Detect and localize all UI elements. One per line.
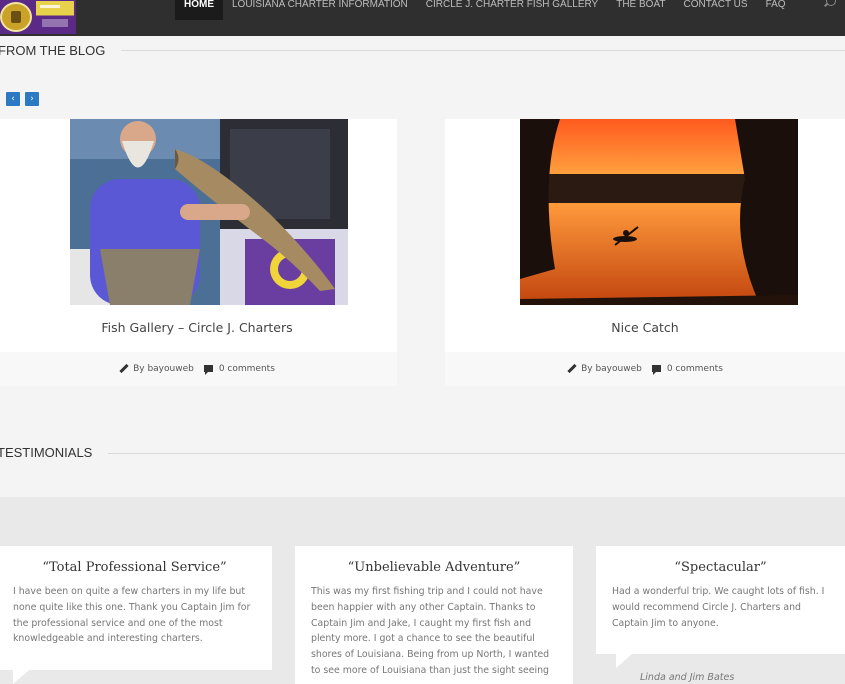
blog-heading-divider: [110, 50, 845, 51]
carousel-next-button[interactable]: ›: [25, 92, 39, 106]
testimonial-card: “Total Professional Service” I have been…: [0, 546, 272, 684]
testimonial-card: “Spectacular” Had a wonderful trip. We c…: [596, 546, 845, 668]
nav-item-fish-gallery[interactable]: CIRCLE J. CHARTER FISH GALLERY: [417, 0, 607, 20]
comment-icon: [203, 365, 213, 375]
blog-post-title[interactable]: Fish Gallery – Circle J. Charters: [0, 320, 397, 335]
testimonials-section-title: TESTIMONIALS: [0, 445, 109, 460]
pencil-icon: [567, 363, 577, 374]
nav-item-louisiana-charter-information[interactable]: LOUISIANA CHARTER INFORMATION: [223, 0, 417, 20]
speech-tail: [616, 654, 632, 668]
nav-item-home[interactable]: HOME: [175, 0, 223, 20]
blog-card[interactable]: Fish Gallery – Circle J. Charters By bay…: [0, 119, 397, 386]
testimonial-card: “Unbelievable Adventure” This was my fir…: [295, 546, 573, 684]
testimonial-title: “Spectacular”: [674, 560, 767, 575]
blog-post-meta: By bayouweb 0 comments: [0, 352, 397, 386]
post-comments[interactable]: 0 comments: [651, 364, 723, 375]
post-comments-label: 0 comments: [218, 364, 275, 374]
post-comments-label: 0 comments: [666, 364, 723, 374]
carousel-prev-button[interactable]: ‹: [6, 92, 20, 106]
search-icon[interactable]: [826, 0, 836, 6]
logo-seal-icon: [0, 2, 32, 32]
main-nav: HOME LOUISIANA CHARTER INFORMATION CIRCL…: [175, 0, 795, 36]
nav-item-the-boat[interactable]: THE BOAT: [607, 0, 674, 20]
testimonial-title: “Unbelievable Adventure”: [347, 560, 521, 575]
testimonial-title: “Total Professional Service”: [42, 560, 227, 575]
post-author-label: By bayouweb: [581, 364, 642, 374]
post-comments[interactable]: 0 comments: [203, 364, 275, 375]
testimonial-body: Had a wonderful trip. We caught lots of …: [612, 586, 825, 629]
blog-post-title[interactable]: Nice Catch: [445, 320, 845, 335]
testimonial-body: I have been on quite a few charters in m…: [13, 586, 251, 645]
nav-item-contact-us[interactable]: CONTACT US: [674, 0, 756, 20]
blog-post-image[interactable]: [70, 119, 348, 305]
testimonials-heading-divider: [100, 453, 845, 454]
blog-card[interactable]: Nice Catch By bayouweb 0 comments: [445, 119, 845, 386]
comment-icon: [651, 365, 661, 375]
logo-card-icon: [36, 1, 74, 33]
top-navbar: HOME LOUISIANA CHARTER INFORMATION CIRCL…: [0, 0, 845, 36]
site-logo[interactable]: [0, 0, 76, 34]
blog-section-title: FROM THE BLOG: [0, 43, 122, 58]
pencil-icon: [119, 363, 129, 374]
blog-post-image[interactable]: [520, 119, 798, 305]
sunset-kayak-photo: [520, 119, 798, 305]
post-author[interactable]: By bayouweb: [567, 363, 642, 374]
testimonial-body: This was my first fishing trip and I cou…: [311, 586, 550, 676]
fisherman-photo: [70, 119, 348, 305]
nav-item-faq[interactable]: FAQ: [757, 0, 795, 20]
speech-tail: [13, 670, 29, 684]
testimonial-author: Linda and Jim Bates: [640, 672, 735, 683]
post-author-label: By bayouweb: [133, 364, 194, 374]
post-author[interactable]: By bayouweb: [119, 363, 194, 374]
blog-post-meta: By bayouweb 0 comments: [445, 352, 845, 386]
